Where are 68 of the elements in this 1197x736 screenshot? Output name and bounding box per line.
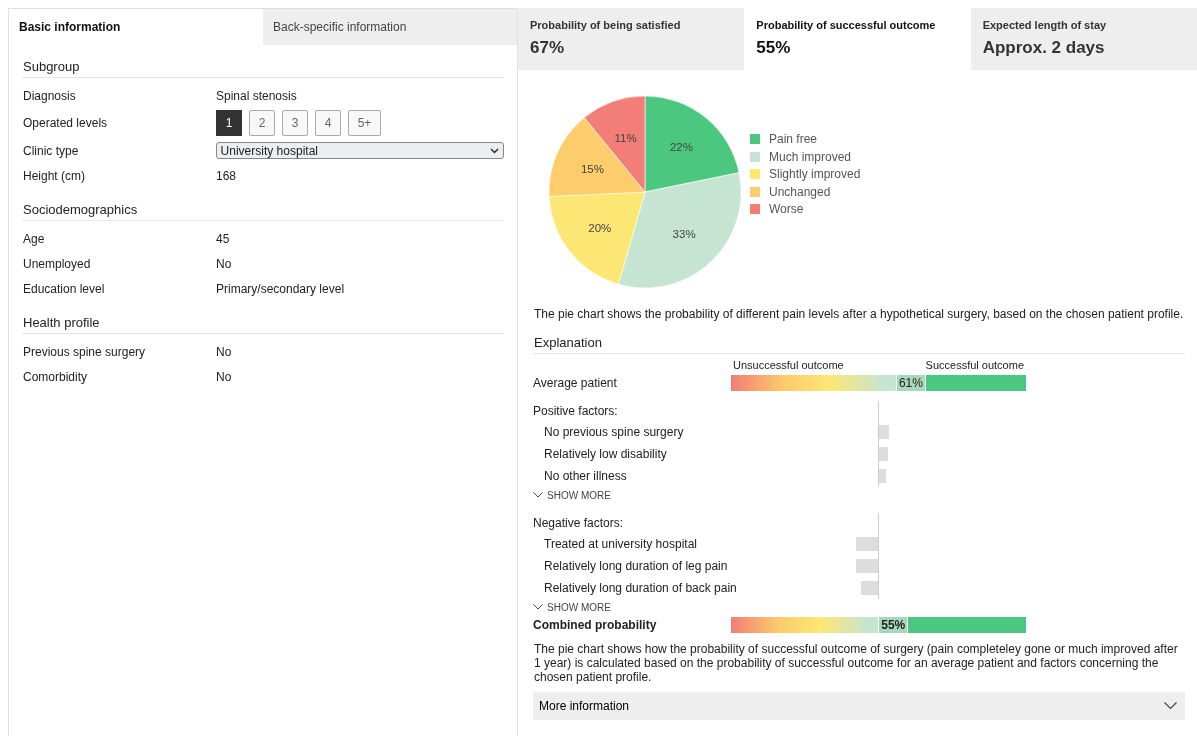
tab[interactable]: Back-specific information — [263, 9, 517, 45]
slice-label: 15% — [580, 162, 604, 175]
field-value: No — [216, 256, 232, 271]
level-button[interactable]: 5+ — [348, 110, 381, 136]
slice-label: 22% — [669, 141, 693, 154]
field-label: Unemployed — [23, 256, 92, 271]
field-label: Clinic type — [23, 143, 80, 158]
show-more-button[interactable]: SHOW MORE — [533, 487, 611, 503]
chevron-down-icon — [490, 147, 499, 154]
show-more-button[interactable]: SHOW MORE — [533, 599, 611, 615]
factor-label: No other illness — [543, 470, 628, 482]
field-value: No — [216, 344, 232, 359]
field-label: Education level — [23, 281, 106, 296]
level-button[interactable]: 1 — [216, 110, 242, 136]
field-label: Comorbidity — [23, 369, 89, 384]
field-value: Primary/secondary level — [216, 281, 345, 296]
chevron-down-icon — [533, 492, 543, 498]
legend-label: Unchanged — [769, 184, 831, 199]
factor-label: Relatively low disability — [543, 448, 668, 460]
field-label: Previous spine surgery — [23, 344, 147, 359]
section-heading: Explanation — [533, 331, 1185, 354]
summary-tab[interactable]: Probability of being satisfied 67% — [518, 8, 745, 70]
factor-label: Treated at university hospital — [543, 538, 698, 550]
field-label: Operated levels — [23, 116, 109, 130]
level-button[interactable]: 3 — [282, 110, 308, 136]
row-label: Average patient — [533, 376, 618, 390]
field-value: No — [216, 369, 232, 384]
field-label: Height (cm) — [23, 168, 86, 183]
scale-label: Successful outcome — [925, 359, 1024, 371]
level-button[interactable]: 2 — [249, 110, 275, 136]
scale-label: Unsuccessful outcome — [733, 359, 844, 371]
slice-label: 11% — [614, 131, 637, 144]
legend-label: Pain free — [769, 132, 818, 146]
tab-value: 55% — [756, 38, 792, 58]
field-value: 45 — [216, 231, 230, 246]
tab-value: Approx. 2 days — [982, 38, 1106, 58]
field-label: Age — [23, 231, 46, 246]
explanation-text: The pie chart shows how the probability of successful outcome of surgery (pain completeley gone or much improved after 1 year) is calculated based on the probability of successful outcome for an average patient and factors concerning the chosen patient profile. — [534, 642, 1179, 684]
section-heading: Sociodemographics — [22, 198, 504, 221]
slice-label: 20% — [588, 221, 612, 234]
row-label: Combined probability — [533, 618, 658, 632]
chevron-down-icon — [1164, 702, 1177, 710]
factor-label: No previous spine surgery — [543, 426, 685, 438]
tab-title: Expected length of stay — [982, 19, 1108, 31]
tab-value: 67% — [530, 38, 566, 58]
tab-title: Probability of successful outcome — [756, 19, 937, 31]
legend-label: Worse — [769, 202, 804, 216]
summary-tab[interactable]: Expected length of stay Approx. 2 days — [970, 8, 1197, 70]
probability-value: 55% — [878, 617, 909, 633]
field-value: 168 — [216, 168, 237, 183]
factor-label: Relatively long duration of leg pain — [543, 560, 729, 572]
tab-title: Probability of being satisfied — [530, 19, 682, 31]
legend-label: Slightly improved — [769, 167, 861, 181]
factor-label: Relatively long duration of back pain — [543, 582, 738, 594]
group-heading: Positive factors: — [533, 403, 619, 420]
level-button[interactable]: 4 — [315, 110, 341, 136]
more-information-button[interactable]: More information — [533, 692, 1185, 720]
field-value: Spinal stenosis — [216, 88, 297, 103]
group-heading: Negative factors: — [533, 515, 625, 532]
chart-description: The pie chart shows the probability of different pain levels after a hypothetical surgery, based on the chosen patient profile. — [534, 307, 1185, 321]
clinic-type-dropdown[interactable]: University hospital — [215, 142, 504, 159]
chevron-down-icon — [533, 604, 543, 610]
field-label: Diagnosis — [23, 88, 77, 103]
section-heading: Subgroup — [22, 55, 504, 78]
probability-value: 61% — [895, 375, 926, 391]
slice-label: 33% — [672, 228, 696, 241]
legend-label: Much improved — [769, 149, 852, 164]
section-heading: Health profile — [22, 311, 504, 334]
